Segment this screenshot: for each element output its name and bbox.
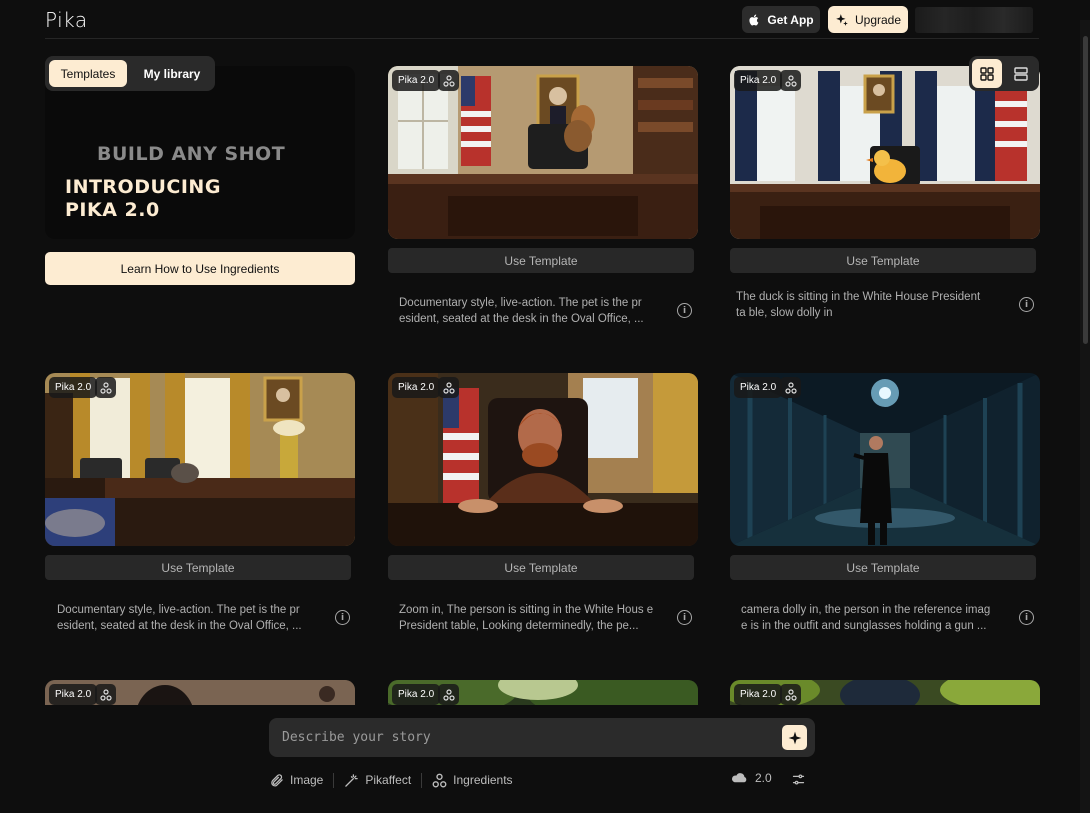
ingredients-icon bbox=[432, 773, 447, 787]
get-app-label: Get App bbox=[767, 12, 814, 27]
model-badge: Pika 2.0 bbox=[392, 684, 441, 705]
model-badge: Pika 2.0 bbox=[734, 70, 783, 91]
upgrade-label: Upgrade bbox=[854, 12, 902, 27]
model-badge: Pika 2.0 bbox=[734, 684, 783, 705]
template-image bbox=[45, 373, 355, 546]
generate-button[interactable] bbox=[782, 725, 807, 750]
info-icon[interactable]: i bbox=[677, 303, 692, 318]
use-template-button[interactable]: Use Template bbox=[388, 555, 694, 580]
header-divider bbox=[45, 38, 1039, 39]
ingredients-icon bbox=[438, 684, 459, 705]
ingredients-icon bbox=[438, 70, 459, 91]
toolbar-separator bbox=[333, 772, 335, 788]
user-account-area[interactable] bbox=[915, 7, 1033, 33]
pikaffect-tool-label: Pikaffect bbox=[365, 773, 412, 787]
top-header: Pika Get App Upgrade bbox=[0, 0, 1090, 38]
hero-subheadline: INTRODUCING PIKA 2.0 bbox=[65, 176, 221, 221]
hero-headline: BUILD ANY SHOT bbox=[97, 143, 286, 165]
ingredients-icon bbox=[95, 684, 116, 705]
template-description: Documentary style, live-action. The pet … bbox=[399, 297, 644, 325]
ingredients-icon bbox=[780, 377, 801, 398]
list-view-button[interactable] bbox=[1006, 59, 1036, 88]
model-badge: Pika 2.0 bbox=[49, 684, 98, 705]
model-version-label: 2.0 bbox=[755, 771, 772, 785]
ingredients-icon bbox=[780, 70, 801, 91]
template-description: Documentary style, live-action. The pet … bbox=[57, 604, 302, 632]
template-image bbox=[730, 66, 1040, 239]
sparkle-icon bbox=[788, 731, 801, 744]
ingredients-tool-label: Ingredients bbox=[453, 773, 513, 787]
use-template-button[interactable]: Use Template bbox=[730, 555, 1036, 580]
prompt-box bbox=[269, 718, 815, 757]
get-app-button[interactable]: Get App bbox=[742, 6, 820, 33]
template-thumbnail[interactable]: Pika 2.0 bbox=[45, 373, 355, 546]
model-badge: Pika 2.0 bbox=[734, 377, 783, 398]
model-badge: Pika 2.0 bbox=[392, 377, 441, 398]
settings-button[interactable] bbox=[791, 772, 806, 792]
view-toggle bbox=[969, 56, 1039, 91]
template-description: Zoom in, The person is sitting in the Wh… bbox=[399, 604, 654, 632]
template-description: The duck is sitting in the White House P… bbox=[736, 291, 981, 319]
info-icon[interactable]: i bbox=[1019, 610, 1034, 625]
grid-view-icon bbox=[980, 66, 994, 81]
apple-icon bbox=[749, 13, 759, 25]
hero-banner[interactable]: BUILD ANY SHOT INTRODUCING PIKA 2.0 bbox=[45, 66, 355, 239]
image-tool[interactable]: Image bbox=[269, 773, 323, 788]
library-tabs: Templates My library bbox=[45, 56, 215, 91]
list-view-icon bbox=[1014, 66, 1028, 81]
model-badge: Pika 2.0 bbox=[392, 70, 441, 91]
scrollbar-thumb[interactable] bbox=[1083, 36, 1088, 344]
image-tool-label: Image bbox=[290, 773, 324, 787]
template-thumbnail[interactable]: Pika 2.0 bbox=[388, 66, 698, 239]
template-image bbox=[388, 373, 698, 546]
paperclip-icon bbox=[271, 773, 283, 786]
info-icon[interactable]: i bbox=[335, 610, 350, 625]
toolbar-separator bbox=[421, 772, 423, 788]
use-template-button[interactable]: Use Template bbox=[388, 248, 694, 273]
ingredients-tool[interactable]: Ingredients bbox=[432, 773, 513, 788]
sparkle-icon bbox=[836, 13, 848, 26]
sliders-icon bbox=[792, 774, 805, 785]
upgrade-button[interactable]: Upgrade bbox=[828, 6, 908, 33]
learn-ingredients-button[interactable]: Learn How to Use Ingredients bbox=[45, 252, 355, 285]
tab-my-library[interactable]: My library bbox=[133, 60, 211, 87]
template-thumbnail[interactable]: Pika 2.0 bbox=[730, 66, 1040, 239]
pikaffect-tool[interactable]: Pikaffect bbox=[344, 773, 411, 788]
pika-logo[interactable]: Pika bbox=[45, 8, 88, 32]
ingredients-icon bbox=[438, 377, 459, 398]
template-description: camera dolly in, the person in the refer… bbox=[741, 604, 991, 632]
template-thumbnail[interactable]: Pika 2.0 bbox=[730, 373, 1040, 546]
model-selector[interactable]: 2.0 bbox=[731, 771, 772, 785]
use-template-button[interactable]: Use Template bbox=[730, 248, 1036, 273]
story-prompt-input[interactable] bbox=[269, 718, 769, 757]
ingredients-icon bbox=[780, 684, 801, 705]
template-thumbnail[interactable]: Pika 2.0 bbox=[388, 373, 698, 546]
tab-templates[interactable]: Templates bbox=[49, 60, 127, 87]
model-badge: Pika 2.0 bbox=[49, 377, 98, 398]
template-image bbox=[730, 373, 1040, 546]
template-image bbox=[388, 66, 698, 239]
cloud-icon bbox=[732, 773, 747, 783]
info-icon[interactable]: i bbox=[1019, 297, 1034, 312]
magic-wand-icon bbox=[345, 773, 359, 787]
info-icon[interactable]: i bbox=[677, 610, 692, 625]
ingredients-icon bbox=[95, 377, 116, 398]
prompt-toolbar: Image Pikaffect Ingredients bbox=[269, 770, 513, 790]
grid-view-button[interactable] bbox=[972, 59, 1002, 88]
use-template-button[interactable]: Use Template bbox=[45, 555, 351, 580]
